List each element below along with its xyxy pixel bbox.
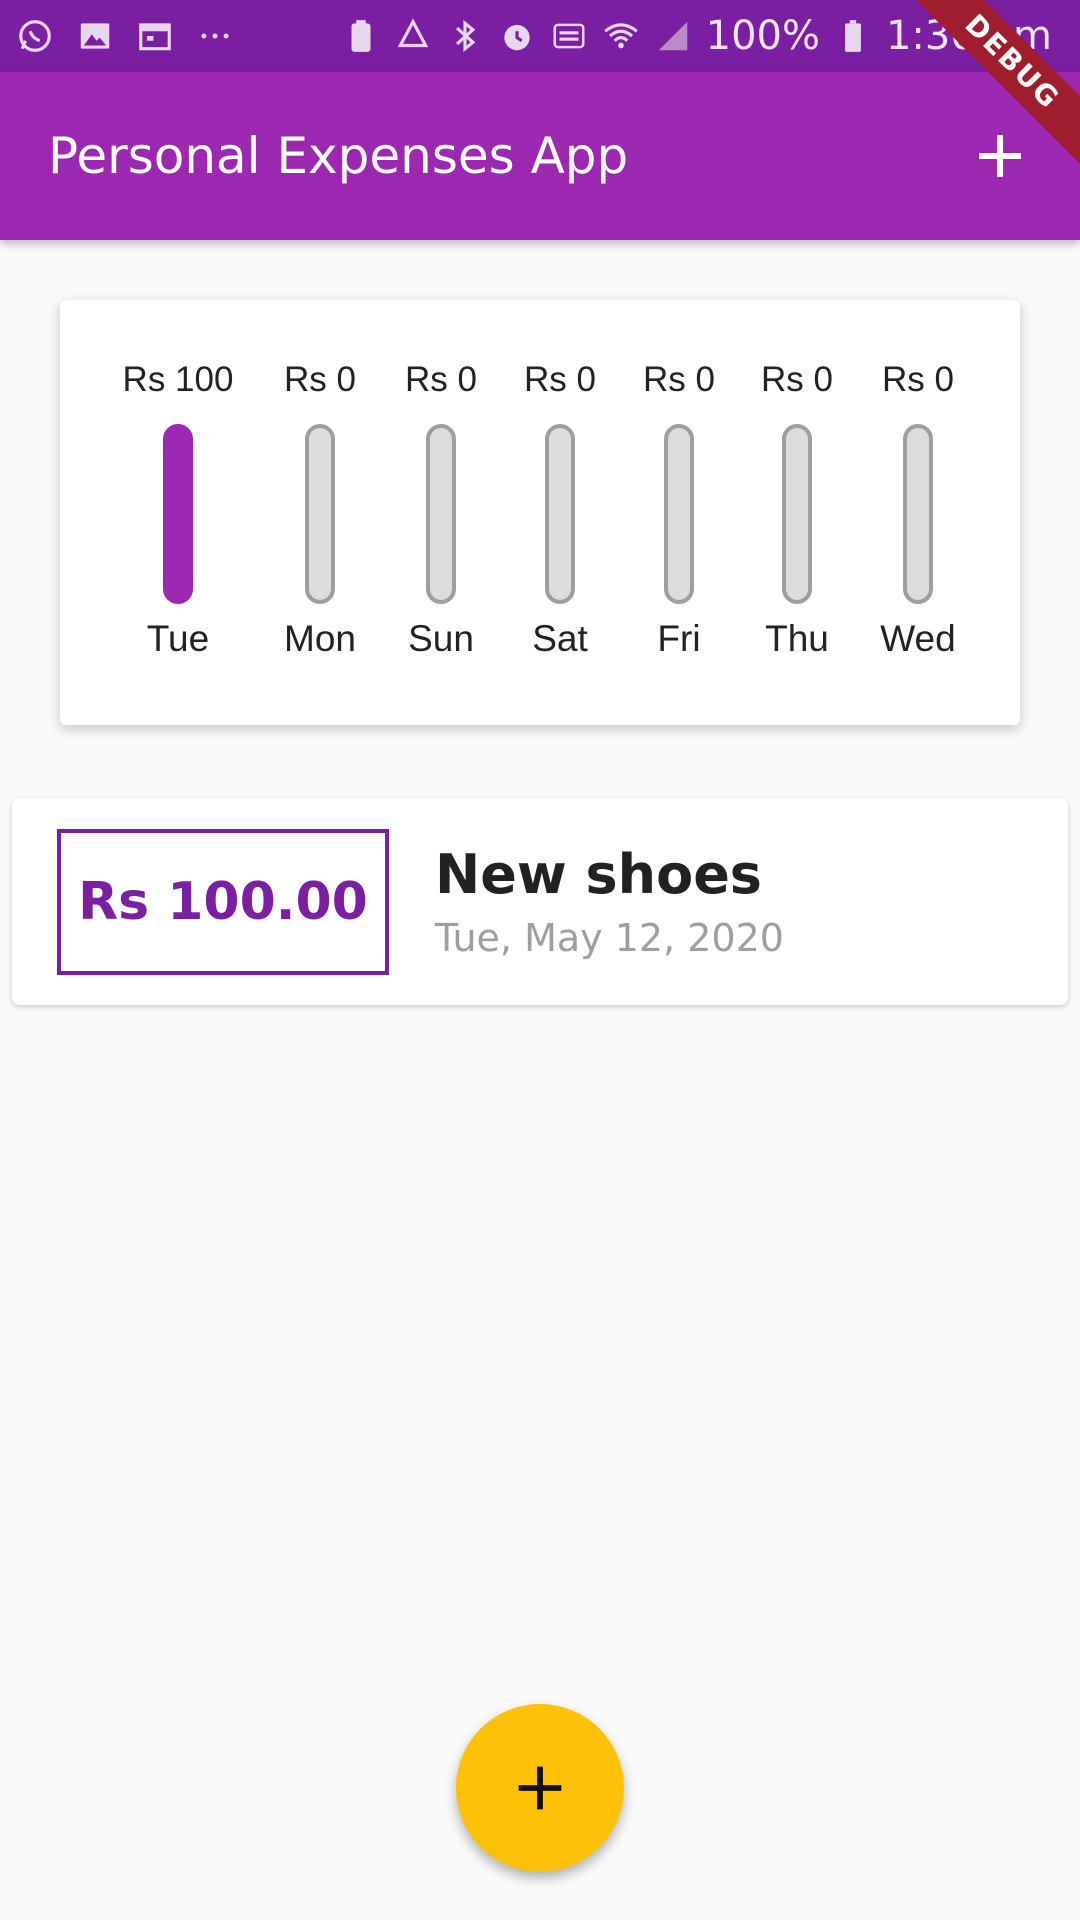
bluetooth-icon — [446, 17, 484, 55]
more-icon — [196, 17, 234, 55]
gallery-icon — [76, 17, 114, 55]
chart-day-label: Wed — [880, 618, 956, 659]
weekly-chart-card: Rs 100 Tue Rs 0 Mon Rs 0 Sun Rs 0 Sat Rs 0 Fri Rs … — [60, 300, 1020, 725]
chart-day-label: Thu — [765, 618, 829, 659]
battery-saver-icon — [342, 17, 380, 55]
chart-day-bar — [545, 424, 575, 604]
chart-day-column: Rs 0 Mon — [260, 300, 380, 725]
battery-icon — [834, 17, 872, 55]
transaction-date: Tue, May 12, 2020 — [435, 916, 784, 960]
transaction-list-item: Rs 100.00 New shoes Tue, May 12, 2020 — [12, 798, 1068, 1005]
amount-box: Rs 100.00 — [57, 829, 389, 975]
chart-day-amount: Rs 0 — [284, 360, 356, 399]
chart-day-label: Mon — [284, 618, 356, 659]
chart-day-bar — [163, 424, 193, 604]
chart-day-column: Rs 0 Sat — [500, 300, 620, 725]
chart-day-bar-fill — [167, 428, 189, 600]
chart-day-column: Rs 0 Thu — [737, 300, 857, 725]
chart-day-column: Rs 0 Sun — [381, 300, 501, 725]
chart-day-amount: Rs 100 — [122, 360, 234, 399]
wifi-icon — [602, 17, 640, 55]
chart-day-bar — [782, 424, 812, 604]
chart-day-label: Tue — [146, 618, 210, 659]
debug-banner-label: DEBUG — [910, 0, 1080, 164]
add-icon — [518, 1766, 562, 1810]
chart-day-column: Rs 100 Tue — [118, 300, 238, 725]
chart-day-column: Rs 0 Wed — [858, 300, 978, 725]
signal-icon — [654, 17, 692, 55]
chart-day-bar — [903, 424, 933, 604]
debug-banner: DEBUG — [910, 0, 1080, 170]
battery-percent: 100% — [705, 13, 820, 59]
transaction-amount: Rs 100.00 — [78, 872, 368, 932]
add-fab-button[interactable] — [456, 1704, 624, 1872]
page-title: Personal Expenses App — [48, 127, 629, 185]
chart-day-bar — [664, 424, 694, 604]
chart-day-amount: Rs 0 — [761, 360, 833, 399]
chart-day-column: Rs 0 Fri — [619, 300, 739, 725]
recycle-icon — [394, 17, 432, 55]
whatsapp-icon — [16, 17, 54, 55]
chart-day-amount: Rs 0 — [882, 360, 954, 399]
calendar-icon — [136, 17, 174, 55]
chart-day-bar — [305, 424, 335, 604]
chart-day-bar — [426, 424, 456, 604]
volte-icon — [550, 17, 588, 55]
transaction-title: New shoes — [435, 843, 762, 906]
alarm-icon — [498, 17, 536, 55]
